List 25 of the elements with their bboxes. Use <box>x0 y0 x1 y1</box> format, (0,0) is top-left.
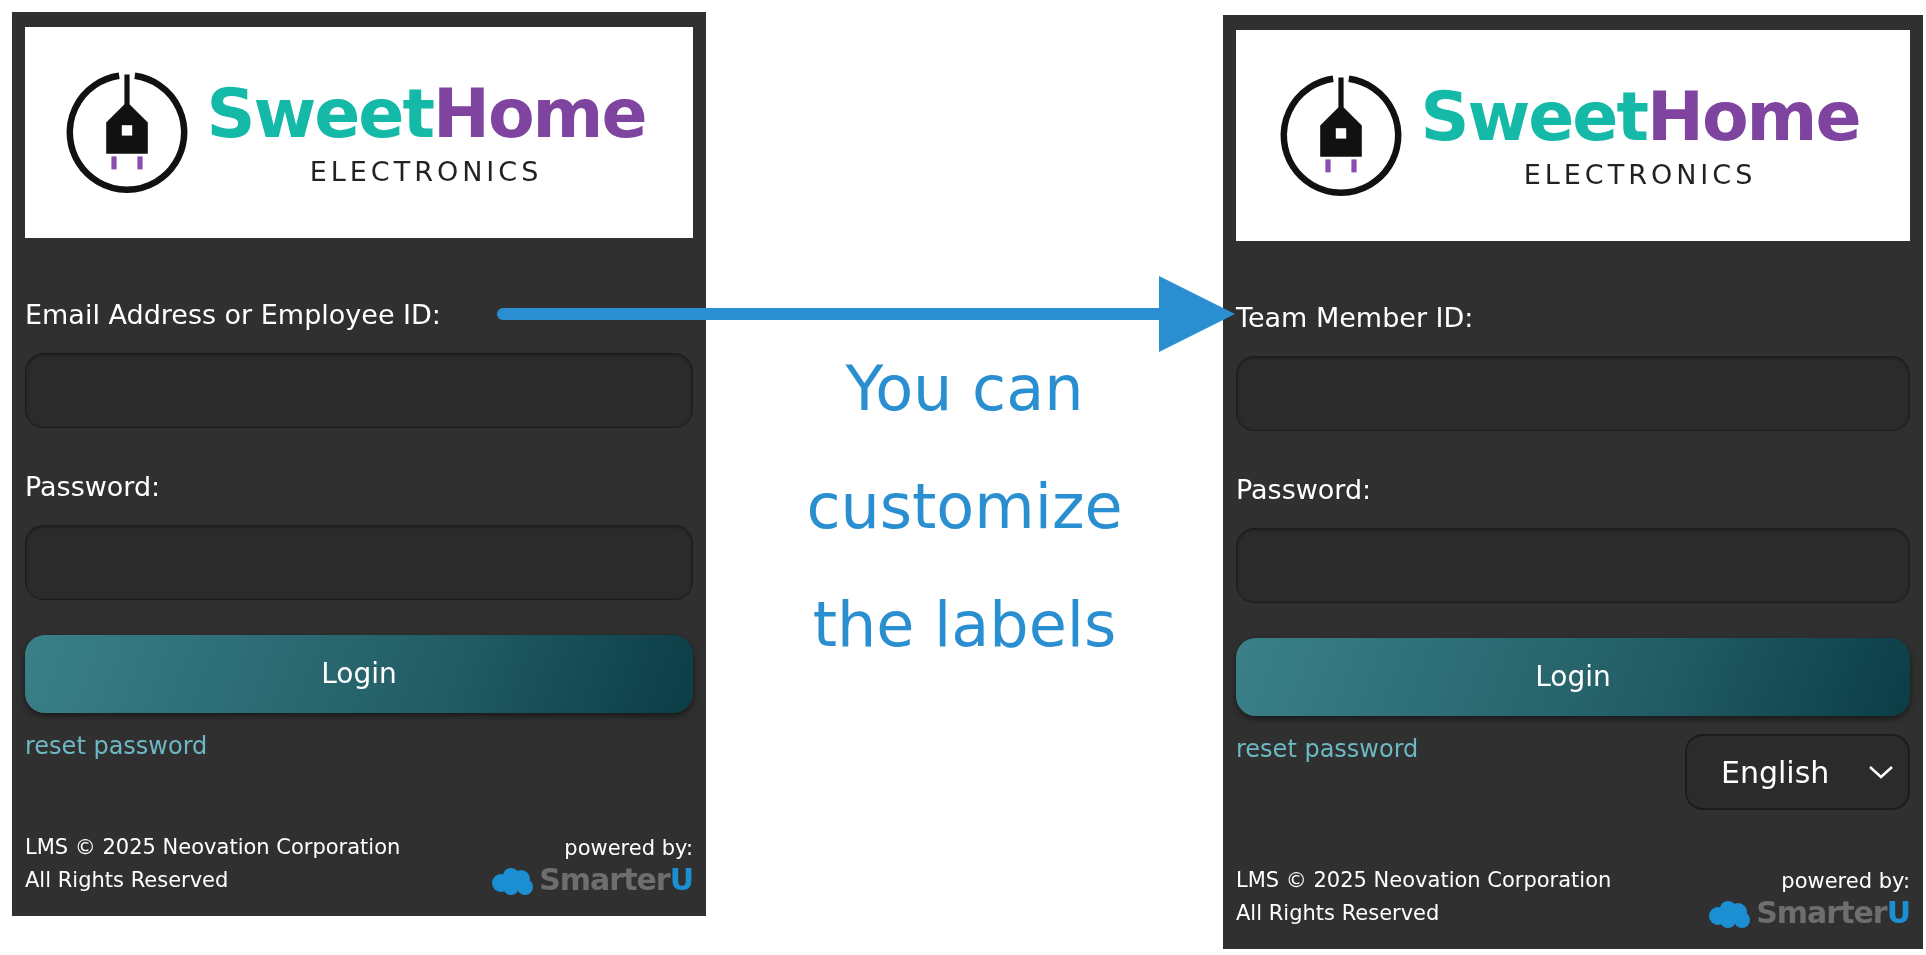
copyright-text: LMS © 2025 Neovation Corporation <box>1236 867 1612 894</box>
reset-password-link[interactable]: reset password <box>25 731 208 761</box>
copyright-text: LMS © 2025 Neovation Corporation <box>25 834 401 861</box>
field-label: Email Address or Employee ID: <box>25 298 442 332</box>
caption-text: the labels <box>812 587 1117 663</box>
caption-text: You can <box>845 351 1084 427</box>
rights-text: All Rights Reserved <box>1236 900 1441 927</box>
smarteru-logo-text: SmarterU <box>539 865 693 897</box>
login-button[interactable]: Login <box>25 635 693 713</box>
brand-logo-text: SweetHome <box>206 80 646 148</box>
login-button[interactable]: Login <box>1236 638 1910 716</box>
powered-by-text: powered by: <box>564 835 693 862</box>
field-label: Password: <box>25 470 162 504</box>
logo-tagline: ELECTRONICS <box>1523 161 1757 188</box>
smarteru-logo-text: SmarterU <box>1756 898 1910 930</box>
field-label: Password: <box>1236 473 1373 507</box>
logo-tagline: ELECTRONICS <box>309 158 543 185</box>
rights-text: All Rights Reserved <box>25 867 230 894</box>
brand-logo-text: SweetHome <box>1420 83 1860 151</box>
language-select[interactable]: English <box>1685 734 1910 810</box>
chevron-down-icon <box>1868 764 1894 780</box>
reset-password-link[interactable]: reset password <box>1236 734 1419 764</box>
field-label: Team Member ID: <box>1236 301 1475 335</box>
caption-text: customize <box>806 469 1123 545</box>
powered-by-text: powered by: <box>1781 868 1910 895</box>
